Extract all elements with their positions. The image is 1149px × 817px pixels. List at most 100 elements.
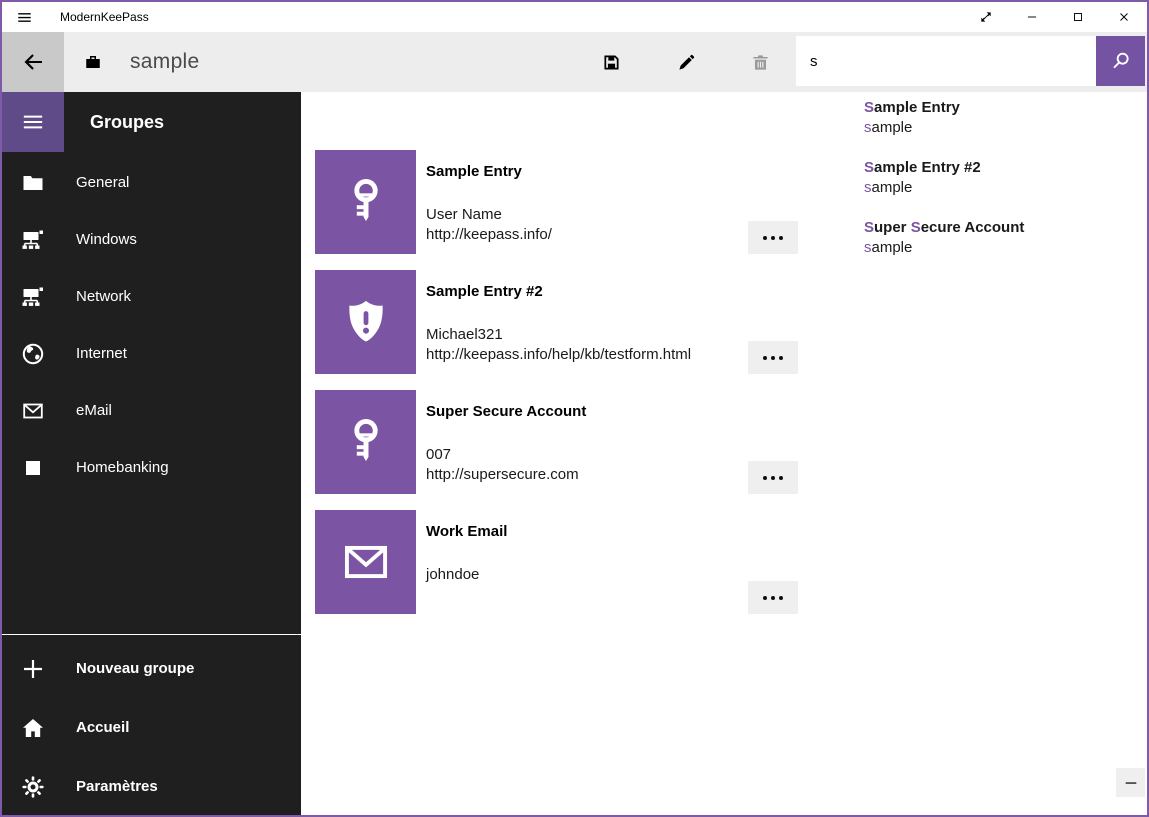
close-button[interactable]: [1101, 2, 1147, 32]
search-result-subtitle: sample: [864, 118, 1024, 138]
app-menu-button[interactable]: [2, 2, 46, 32]
delete-button[interactable]: [736, 32, 784, 92]
search-result-subtitle: sample: [864, 178, 1024, 198]
group-list: General Windows Network Internet eMail Homeba…: [2, 152, 301, 496]
square-icon: [21, 456, 45, 480]
search-results-flyout: Sample EntrysampleSample Entry #2sampleS…: [864, 94, 1024, 274]
entry-text: Sample Entry User Namehttp://keepass.info…: [426, 150, 552, 254]
more-button[interactable]: [748, 221, 798, 254]
entry-work-email[interactable]: Work Email johndoe: [315, 510, 798, 614]
entry-detail-line: 007: [426, 445, 586, 465]
search-box: [796, 36, 1145, 86]
search-result-title: Sample Entry #2: [864, 154, 1024, 178]
mail-icon: [21, 399, 45, 423]
entry-sample-entry[interactable]: Sample Entry User Namehttp://keepass.info…: [315, 150, 798, 254]
zoom-out-button[interactable]: [1116, 768, 1145, 797]
entry-title: Sample Entry #2: [426, 283, 691, 301]
entry-detail-line: http://supersecure.com: [426, 465, 586, 485]
mail-icon: [340, 536, 392, 588]
sidebar-item-email[interactable]: eMail: [2, 382, 301, 439]
network-icon: [21, 285, 45, 309]
entry-sample-entry-2[interactable]: Sample Entry #2 Michael321http://keepass.…: [315, 270, 798, 374]
search-result-super-secure-account[interactable]: Super Secure Accountsample: [864, 214, 1024, 274]
entry-detail-line: http://keepass.info/: [426, 225, 552, 245]
entry-detail-line: http://keepass.info/help/kb/testform.htm…: [426, 345, 691, 365]
sidebar-action-label: Paramètres: [76, 778, 158, 795]
sidebar-item-homebanking[interactable]: Homebanking: [2, 439, 301, 496]
sidebar-item-network[interactable]: Network: [2, 268, 301, 325]
entry-tile: [315, 510, 416, 614]
sidebar-action-nouveau-groupe[interactable]: Nouveau groupe: [2, 639, 301, 698]
globe-icon: [21, 342, 45, 366]
minimize-icon: [1025, 10, 1039, 24]
window-title: ModernKeePass: [60, 10, 149, 24]
groups-heading: Groupes: [90, 92, 164, 152]
sidebar-bottom-actions: Nouveau groupe Accueil Paramètres: [2, 634, 301, 815]
diagonal-resize-icon: [979, 10, 993, 24]
entry-details: Michael321http://keepass.info/help/kb/te…: [426, 325, 691, 365]
entry-tile: [315, 270, 416, 374]
search-input[interactable]: [796, 36, 1096, 86]
more-button[interactable]: [748, 461, 798, 494]
key-icon: [340, 416, 392, 468]
entry-details: User Namehttp://keepass.info/: [426, 205, 552, 245]
search-result-sample-entry-2[interactable]: Sample Entry #2sample: [864, 154, 1024, 214]
edit-button[interactable]: [662, 32, 710, 92]
trash-icon: [751, 53, 770, 72]
hamburger-icon: [20, 111, 46, 133]
entry-super-secure-account[interactable]: Super Secure Account 007http://supersecur…: [315, 390, 798, 494]
network-icon: [21, 228, 45, 252]
shield-alert-icon: [340, 296, 392, 348]
sidebar-item-label: General: [76, 174, 129, 191]
entry-text: Super Secure Account 007http://supersecur…: [426, 390, 586, 494]
sidebar-item-label: Network: [76, 288, 131, 305]
entry-text: Sample Entry #2 Michael321http://keepass.…: [426, 270, 691, 374]
entry-details: 007http://supersecure.com: [426, 445, 586, 485]
hamburger-icon: [16, 10, 33, 25]
entry-title: Super Secure Account: [426, 403, 586, 421]
close-icon: [1117, 10, 1131, 24]
plus-icon: [21, 657, 45, 681]
nav-toggle-button[interactable]: [2, 92, 64, 152]
home-icon: [21, 716, 45, 740]
entry-tile: [315, 390, 416, 494]
pencil-icon: [677, 53, 696, 72]
search-icon: [1111, 51, 1131, 71]
entry-title: Sample Entry: [426, 163, 552, 181]
sidebar-action-label: Accueil: [76, 719, 129, 736]
sidebar: Groupes General Windows Network Internet eMa…: [2, 92, 301, 815]
sidebar-item-label: Internet: [76, 345, 127, 362]
entry-title: Work Email: [426, 523, 507, 541]
more-button[interactable]: [748, 581, 798, 614]
sidebar-item-internet[interactable]: Internet: [2, 325, 301, 382]
app-command-bar: sample: [2, 32, 1147, 92]
minimize-button[interactable]: [1009, 2, 1055, 32]
gear-icon: [21, 775, 45, 799]
search-button[interactable]: [1096, 36, 1145, 86]
sidebar-item-windows[interactable]: Windows: [2, 211, 301, 268]
key-icon: [340, 176, 392, 228]
save-button[interactable]: [587, 32, 635, 92]
entry-detail-line: Michael321: [426, 325, 691, 345]
more-button[interactable]: [748, 341, 798, 374]
entry-detail-line: johndoe: [426, 565, 507, 585]
minus-icon: [1123, 775, 1139, 791]
sidebar-action-label: Nouveau groupe: [76, 660, 194, 677]
fullscreen-button[interactable]: [963, 2, 1009, 32]
sidebar-item-general[interactable]: General: [2, 154, 301, 211]
entry-tile: [315, 150, 416, 254]
maximize-button[interactable]: [1055, 2, 1101, 32]
entry-details: johndoe: [426, 565, 507, 585]
sidebar-action-param-tres[interactable]: Paramètres: [2, 757, 301, 816]
search-result-subtitle: sample: [864, 238, 1024, 258]
maximize-icon: [1071, 10, 1085, 24]
entry-detail-line: User Name: [426, 205, 552, 225]
sidebar-item-label: Windows: [76, 231, 137, 248]
save-icon: [602, 53, 621, 72]
search-result-title: Sample Entry: [864, 94, 1024, 118]
sidebar-action-accueil[interactable]: Accueil: [2, 698, 301, 757]
titlebar: ModernKeePass: [2, 2, 1147, 32]
sidebar-item-label: eMail: [76, 402, 112, 419]
search-result-sample-entry[interactable]: Sample Entrysample: [864, 94, 1024, 154]
search-result-title: Super Secure Account: [864, 214, 1024, 238]
